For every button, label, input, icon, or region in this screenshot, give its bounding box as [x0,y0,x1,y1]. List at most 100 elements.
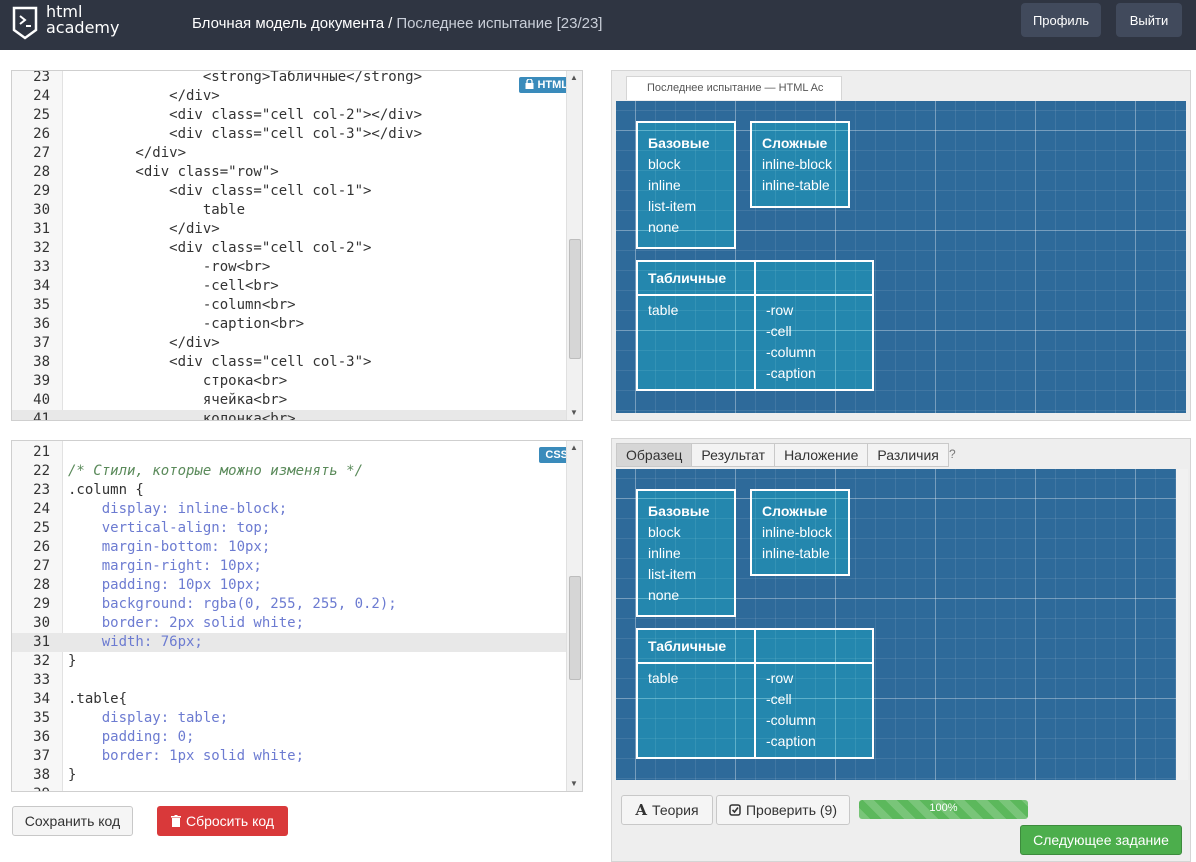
tab-result[interactable]: Результат [691,443,776,467]
code-text[interactable]: -cell<br> [68,277,279,296]
code-text[interactable]: </div> [68,87,220,106]
code-line[interactable]: 29 background: rgba(0, 255, 255, 0.2); [12,595,566,614]
code-line[interactable]: 27 </div> [12,144,566,163]
code-line[interactable]: 38 <div class="cell col-3"> [12,353,566,372]
code-line[interactable]: 39 [12,785,566,791]
code-text[interactable]: border: 2px solid white; [68,614,304,633]
code-text[interactable]: margin-bottom: 10px; [68,538,271,557]
code-line[interactable]: 27 margin-right: 10px; [12,557,566,576]
code-text[interactable]: -column<br> [68,296,296,315]
code-line[interactable]: 28 padding: 10px 10px; [12,576,566,595]
code-text[interactable]: /* Стили, которые можно изменять */ [68,462,363,481]
code-line[interactable]: 29 <div class="cell col-1"> [12,182,566,201]
code-text[interactable]: ячейка<br> [68,391,287,410]
code-text[interactable]: } [68,766,76,785]
code-text[interactable]: .column { [68,481,144,500]
code-line[interactable]: 26 margin-bottom: 10px; [12,538,566,557]
code-text[interactable]: <div class="cell col-2"></div> [68,106,422,125]
code-text[interactable]: background: rgba(0, 255, 255, 0.2); [68,595,397,614]
reset-code-button[interactable]: Сбросить код [157,806,288,836]
code-line[interactable]: 37 </div> [12,334,566,353]
code-line[interactable]: 33 -row<br> [12,258,566,277]
code-line[interactable]: 28 <div class="row"> [12,163,566,182]
code-text[interactable]: <div class="cell col-3"></div> [68,125,422,144]
code-text[interactable]: padding: 10px 10px; [68,576,262,595]
code-text[interactable]: </div> [68,144,186,163]
code-line[interactable]: 35 display: table; [12,709,566,728]
code-line[interactable]: 24 </div> [12,87,566,106]
code-line[interactable]: 35 -column<br> [12,296,566,315]
scroll-up-icon[interactable]: ▲ [570,443,578,452]
code-text[interactable]: </div> [68,220,220,239]
code-line[interactable]: 34 -cell<br> [12,277,566,296]
code-line[interactable]: 23 <strong>Табличные</strong> [12,71,566,87]
tab-overlay[interactable]: Наложение [774,443,869,467]
next-task-button[interactable]: Следующее задание [1020,825,1182,855]
code-line[interactable]: 31 </div> [12,220,566,239]
code-text[interactable]: -caption<br> [68,315,304,334]
html-code-area[interactable]: 23 <strong>Табличные</strong> 24 </div> 25… [12,71,566,420]
logo[interactable]: html academy [12,4,132,44]
code-text[interactable]: -row<br> [68,258,270,277]
html-scroll-thumb[interactable] [569,239,581,359]
code-line[interactable]: 39 строка<br> [12,372,566,391]
code-text[interactable]: } [68,652,76,671]
code-line[interactable]: 40 ячейка<br> [12,391,566,410]
code-line[interactable]: 21 [12,443,566,462]
code-line[interactable]: 31 width: 76px; [12,633,566,652]
code-line[interactable]: 33 [12,671,566,690]
code-text[interactable]: margin-right: 10px; [68,557,262,576]
code-line[interactable]: 23 .column { [12,481,566,500]
scroll-down-icon[interactable]: ▼ [570,408,578,417]
css-code-area[interactable]: 21 22/* Стили, которые можно изменять */2… [12,441,566,791]
code-text[interactable]: padding: 0; [68,728,195,747]
code-line[interactable]: 30 border: 2px solid white; [12,614,566,633]
code-text[interactable]: .table{ [68,690,127,709]
save-code-button[interactable]: Сохранить код [12,806,133,836]
tab-sample[interactable]: Образец [616,443,693,467]
code-text[interactable]: border: 1px solid white; [68,747,304,766]
code-text[interactable]: строка<br> [68,372,287,391]
code-line[interactable]: 32} [12,652,566,671]
code-line[interactable]: 36 padding: 0; [12,728,566,747]
code-text[interactable]: table [68,201,245,220]
code-line[interactable]: 34 .table{ [12,690,566,709]
code-line[interactable]: 36 -caption<br> [12,315,566,334]
code-line[interactable]: 41 колонка<br> [12,410,566,420]
theory-button[interactable]: A Теория [621,795,713,825]
css-scroll-thumb[interactable] [569,576,581,680]
code-text[interactable]: </div> [68,334,220,353]
code-text[interactable]: vertical-align: top; [68,519,271,538]
code-text[interactable]: <div class="cell col-3"> [68,353,371,372]
code-text[interactable]: <div class="cell col-2"> [68,239,371,258]
code-text[interactable]: display: inline-block; [68,500,287,519]
sample-scrollbar[interactable] [1176,469,1188,780]
code-line[interactable]: 32 <div class="cell col-2"> [12,239,566,258]
css-editor-scrollbar[interactable]: ▲ ▼ [566,441,582,791]
code-line[interactable]: 38} [12,766,566,785]
check-button[interactable]: Проверить (9) [716,795,850,825]
css-editor[interactable]: 21 22/* Стили, которые можно изменять */2… [11,440,583,792]
tab-diff[interactable]: Различия [867,443,949,467]
code-line[interactable]: 37 border: 1px solid white; [12,747,566,766]
scroll-up-icon[interactable]: ▲ [570,73,578,82]
html-editor[interactable]: 23 <strong>Табличные</strong> 24 </div> 25… [11,70,583,421]
code-line[interactable]: 22 /* Стили, которые можно изменять */ [12,462,566,481]
code-line[interactable]: 30 table [12,201,566,220]
code-text[interactable]: <div class="row"> [68,163,278,182]
code-text[interactable]: <div class="cell col-1"> [68,182,371,201]
code-text[interactable]: width: 76px; [68,633,203,652]
code-text[interactable]: <strong>Табличные</strong> [68,71,422,87]
help-icon[interactable]: ? [949,447,956,461]
scroll-down-icon[interactable]: ▼ [570,779,578,788]
code-line[interactable]: 24 display: inline-block; [12,500,566,519]
breadcrumb-course[interactable]: Блочная модель документа [192,15,384,32]
html-editor-scrollbar[interactable]: ▲ ▼ [566,71,582,420]
code-line[interactable]: 25 <div class="cell col-2"></div> [12,106,566,125]
code-text[interactable]: колонка<br> [68,410,296,420]
code-line[interactable]: 25 vertical-align: top; [12,519,566,538]
profile-button[interactable]: Профиль [1021,3,1101,37]
code-text[interactable]: display: table; [68,709,228,728]
code-line[interactable]: 26 <div class="cell col-3"></div> [12,125,566,144]
logout-button[interactable]: Выйти [1116,3,1182,37]
